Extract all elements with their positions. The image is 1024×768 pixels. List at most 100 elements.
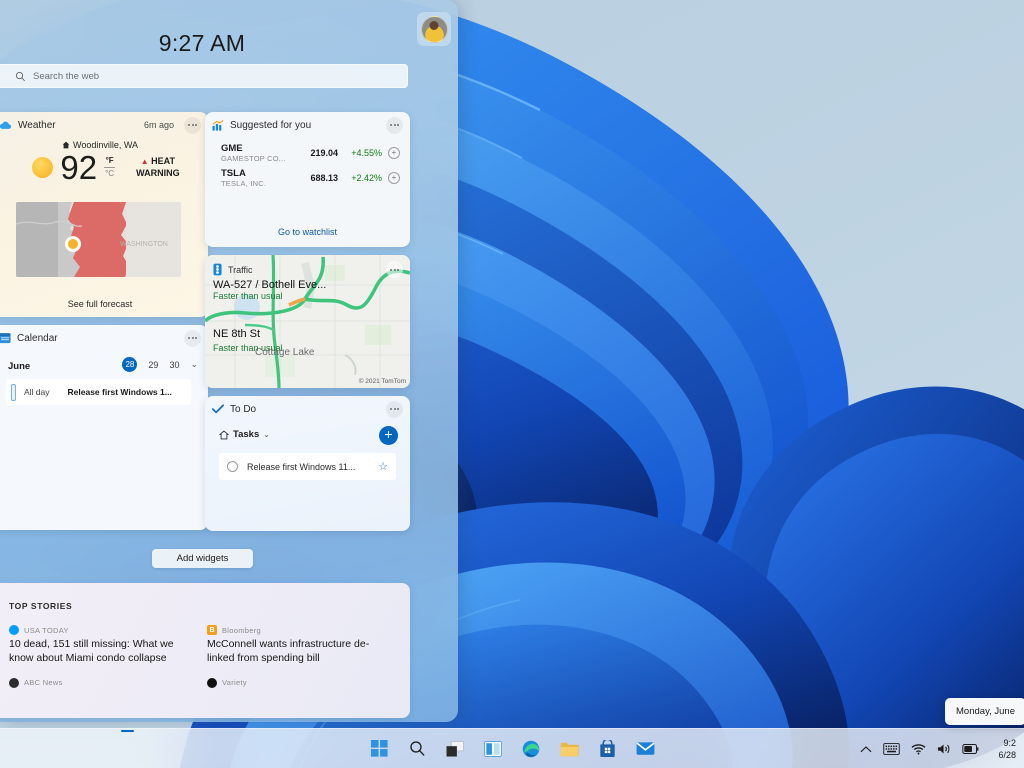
stock-change: +2.42% [338,173,382,183]
todo-widget[interactable]: To Do Tasks ⌄ + Release first Windows 11… [205,396,410,531]
weather-forecast-link[interactable]: See full forecast [0,299,208,309]
file-explorer-button[interactable] [556,736,582,762]
keyboard-icon[interactable] [883,743,900,755]
svg-text:WASHINGTON: WASHINGTON [120,241,168,248]
weather-header: Weather 6m ago [0,112,208,138]
edge-button[interactable] [518,736,544,762]
news-headline: McConnell wants infrastructure de-linked… [207,638,393,666]
calendar-day-28[interactable]: 28 [122,357,137,372]
usa-today-logo-icon [9,625,19,635]
tray-expand-chevron-icon[interactable] [860,745,872,754]
abc-news-logo-icon [9,678,19,688]
todo-more-icon[interactable] [386,401,403,418]
calendar-day-strip: 28 29 30 ⌄ [122,357,198,372]
traffic-more-icon[interactable] [386,261,403,278]
folder-icon [560,741,579,757]
weather-location-row: Woodinville, WA [0,140,208,150]
taskbar: 9:2 6/28 Monday, June [0,728,1024,768]
news-story[interactable]: B Bloomberg McConnell wants infrastructu… [207,625,393,666]
widgets-icon [484,741,502,757]
add-task-button[interactable]: + [379,426,398,445]
weather-alert[interactable]: ▲ HEAT WARNING [136,156,180,179]
traffic-route-1-status: Faster than usual [213,291,410,301]
news-story-partial[interactable]: Variety [207,678,393,691]
weather-map[interactable]: WASHINGTON [16,202,181,277]
panel-clock: 9:27 AM [0,30,404,57]
stocks-more-icon[interactable] [386,117,403,134]
stocks-title: Suggested for you [230,120,311,131]
todo-item[interactable]: Release first Windows 11... ☆ [219,453,396,480]
news-story[interactable]: USA TODAY 10 dead, 151 still missing: Wh… [9,625,195,666]
weather-unit-toggle[interactable]: °F °C [104,156,115,179]
traffic-overlay: Traffic WA-527 / Bothell Eve... Faster t… [205,255,410,301]
calendar-title: Calendar [17,333,58,344]
add-stock-icon[interactable]: + [388,147,400,159]
calendar-month: June [8,361,30,372]
stock-row[interactable]: GME GAMESTOP CO... 219.04 +4.55% + [205,143,410,163]
search-icon [15,71,26,82]
battery-icon[interactable] [962,744,979,754]
search-input[interactable]: Search the web [0,64,408,88]
alert-line-1: HEAT [151,156,175,166]
star-icon[interactable]: ☆ [378,460,388,473]
widgets-button[interactable] [480,736,506,762]
news-grid-partial: ABC News Variety [0,666,410,691]
taskbar-center-group [366,736,658,762]
weather-more-icon[interactable] [184,117,201,134]
avatar[interactable] [417,12,451,46]
todo-list-selector[interactable]: Tasks ⌄ [219,429,270,440]
bloomberg-logo-icon: B [207,625,217,635]
calendar-header: Calendar [0,325,208,351]
taskbar-clock[interactable]: 9:2 6/28 [990,737,1016,761]
edge-icon [522,740,540,758]
stocks-chart-icon [212,120,224,131]
stock-row[interactable]: TSLA TESLA, INC. 688.13 +2.42% + [205,168,410,188]
chevron-down-icon[interactable]: ⌄ [263,430,270,439]
search-icon [409,740,426,757]
calendar-day-30[interactable]: 30 [169,360,179,370]
news-grid: USA TODAY 10 dead, 151 still missing: Wh… [0,611,410,666]
unit-fahrenheit: °F [106,156,114,166]
stocks-widget[interactable]: Suggested for you GME GAMESTOP CO... 219… [205,112,410,247]
stock-change: +4.55% [338,148,382,158]
news-source-row: USA TODAY [9,625,195,635]
start-button[interactable] [366,736,392,762]
news-source-row: ABC News [9,678,195,688]
calendar-event[interactable]: All day Release first Windows 1... [6,379,191,405]
warning-triangle-icon: ▲ [141,157,149,166]
unit-divider [104,167,115,168]
stock-company: TESLA, INC. [221,179,298,188]
todo-title: To Do [230,404,256,415]
alert-line-2: WARNING [136,168,180,179]
traffic-map-label: Cottage Lake [255,347,315,358]
add-stock-icon[interactable]: + [388,172,400,184]
chevron-down-icon[interactable]: ⌄ [190,359,198,370]
task-checkbox[interactable] [227,461,238,472]
weather-updated: 6m ago [144,120,174,130]
weather-widget[interactable]: Weather 6m ago Woodinville, WA 92 °F °C [0,112,208,317]
task-view-icon [446,741,464,757]
search-placeholder: Search the web [33,71,99,82]
news-story-partial[interactable]: ABC News [9,678,195,691]
volume-icon[interactable] [937,743,951,755]
search-button[interactable] [404,736,430,762]
todo-header: To Do [205,396,410,422]
widgets-active-indicator [121,730,134,733]
stock-symbol: GME [221,143,298,154]
watchlist-link[interactable]: Go to watchlist [205,227,410,237]
traffic-widget[interactable]: Traffic WA-527 / Bothell Eve... Faster t… [205,255,410,388]
add-widgets-button[interactable]: Add widgets [152,549,253,568]
date-tooltip: Monday, June [945,698,1024,725]
calendar-widget[interactable]: Calendar June 28 29 30 ⌄ All day Release… [0,325,208,530]
calendar-day-29[interactable]: 29 [148,360,158,370]
mail-envelope-icon [636,741,655,756]
home-icon [62,141,70,149]
weather-title: Weather [18,120,56,131]
task-view-button[interactable] [442,736,468,762]
weather-main: 92 °F °C ▲ HEAT WARNING [0,151,208,184]
calendar-more-icon[interactable] [184,330,201,347]
stock-price: 688.13 [298,173,338,183]
mail-button[interactable] [632,736,658,762]
microsoft-store-button[interactable] [594,736,620,762]
wifi-icon[interactable] [911,743,926,755]
